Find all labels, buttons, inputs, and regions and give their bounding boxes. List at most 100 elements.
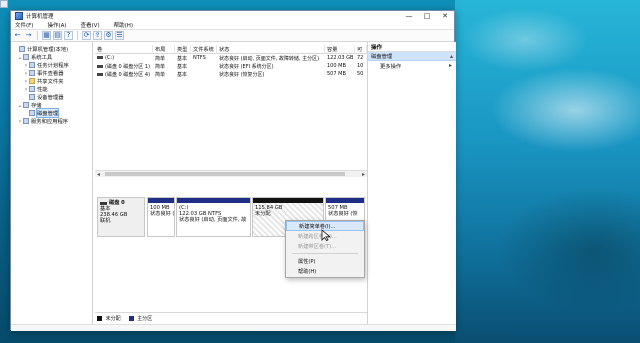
horizontal-scroll-thumb[interactable] xyxy=(105,172,345,176)
partition-line-3: 状态良好 (启动, 页面文件, 故 xyxy=(179,217,247,223)
calendar-icon xyxy=(29,62,35,68)
desktop-background xyxy=(455,0,640,343)
settings-icon[interactable]: ⚙ xyxy=(104,31,113,40)
table-row[interactable]: (磁盘 0 磁盘分区 1) 简单 基本 状态良好 (EFI 系统分区) 100 … xyxy=(95,62,367,70)
cell-free-space: 10 xyxy=(357,63,364,69)
disk-0-label[interactable]: 磁盘 0 基本 238.46 GB 联机 xyxy=(97,197,145,237)
computer-icon xyxy=(19,46,25,52)
column-header-volume[interactable]: 卷 xyxy=(95,45,153,54)
back-arrow-icon[interactable]: ← xyxy=(13,31,22,40)
submenu-arrow-icon: ▸ xyxy=(448,62,452,69)
legend-item-unallocated: 未分配 xyxy=(97,315,121,322)
show-hide-tree-icon[interactable]: ▦ xyxy=(42,31,51,40)
partition-text: 100 MB 状态良好 (EFI xyxy=(148,203,174,219)
toolbar-separator xyxy=(77,31,78,40)
toolbar-separator xyxy=(37,31,38,40)
close-button[interactable]: ✕ xyxy=(436,11,454,21)
cell-volume: (C:) xyxy=(95,55,153,61)
partition-line-3: 状态良好 (EFI xyxy=(150,211,174,217)
properties-icon[interactable]: ▤ xyxy=(53,31,62,40)
volume-icon xyxy=(97,64,103,68)
maximize-button[interactable]: □ xyxy=(418,11,436,21)
menu-item-properties[interactable]: 属性(P) xyxy=(286,256,364,266)
action-more-actions[interactable]: 更多操作 ▸ xyxy=(368,61,456,70)
forward-arrow-icon[interactable]: → xyxy=(24,31,33,40)
table-row[interactable]: (C:) 简单 基本 NTFS 状态良好 (启动, 页面文件, 故障转储, 主分… xyxy=(95,54,367,62)
column-header-status[interactable]: 状态 xyxy=(217,45,325,54)
tree-item-event-viewer[interactable]: › 事件查看器 xyxy=(11,69,92,78)
actions-group-label: 磁盘管理 xyxy=(371,54,393,60)
disk-map-legend: 未分配 主分区 xyxy=(95,312,367,324)
disk-icon xyxy=(29,110,35,116)
cell-capacity: 122.03 GB xyxy=(327,55,354,61)
tree-item-services-and-applications[interactable]: › 服务和应用程序 xyxy=(11,117,92,126)
help-icon[interactable]: ? xyxy=(64,31,73,40)
cell-type: 基本 xyxy=(177,55,188,62)
column-header-capacity[interactable]: 容量 xyxy=(325,45,355,54)
menu-file[interactable]: 文件(F) xyxy=(13,21,35,29)
volume-list-header: 卷 布局 类型 文件系统 状态 容量 可 xyxy=(95,45,367,54)
volume-list-body: (C:) 简单 基本 NTFS 状态良好 (启动, 页面文件, 故障转储, 主分… xyxy=(95,54,367,78)
tree-item-device-manager[interactable]: 设备管理器 xyxy=(11,93,92,101)
window-controls: — □ ✕ xyxy=(400,11,454,21)
tree-item-label: 服务和应用程序 xyxy=(31,119,69,125)
tree-item-storage[interactable]: ⌄ 存储 xyxy=(11,101,92,110)
tree-item-disk-management[interactable]: 磁盘管理 xyxy=(11,108,92,118)
cell-free-space: 72 xyxy=(357,55,364,61)
mouse-cursor-icon xyxy=(321,229,331,241)
menu-item-new-striped-volume: 新建带区卷(T)... xyxy=(298,243,337,250)
tree-item-shared-folders[interactable]: › 共享文件夹 xyxy=(11,77,92,86)
menubar: 文件(F) 操作(A) 查看(V) 帮助(H) xyxy=(11,21,454,30)
event-viewer-icon xyxy=(29,70,35,76)
menu-help[interactable]: 帮助(H) xyxy=(112,21,135,29)
cell-capacity: 100 MB xyxy=(327,63,346,69)
export-list-icon[interactable]: ⇪ xyxy=(93,31,102,40)
help-book-icon[interactable]: ☰ xyxy=(115,31,124,40)
action-label: 更多操作 xyxy=(380,63,402,70)
actions-group-disk-management[interactable]: 磁盘管理 ▴ xyxy=(368,52,456,61)
tree-item-computer-management-local[interactable]: 计算机管理(本地) xyxy=(11,45,92,53)
volume-list: 卷 布局 类型 文件系统 状态 容量 可 (C:) 简单 基本 NTFS 状态良… xyxy=(95,45,367,178)
column-header-free-space[interactable]: 可 xyxy=(355,45,367,54)
menu-action[interactable]: 操作(A) xyxy=(45,21,68,29)
column-header-type[interactable]: 类型 xyxy=(175,45,191,54)
legend-swatch xyxy=(97,316,102,321)
partition-text: 115.84 GB 未分配 xyxy=(253,203,323,219)
partition-efi[interactable]: 100 MB 状态良好 (EFI xyxy=(147,197,175,237)
disk-name: 磁盘 0 xyxy=(109,200,125,206)
titlebar[interactable]: 计算机管理 — □ ✕ xyxy=(11,11,454,21)
column-header-layout[interactable]: 布局 xyxy=(153,45,175,54)
storage-icon xyxy=(23,102,29,108)
partition-text: 507 MB 状态良好 (恢 xyxy=(326,203,364,219)
table-row[interactable]: (磁盘 0 磁盘分区 4) 简单 基本 状态良好 (恢复分区) 507 MB 5… xyxy=(95,70,367,78)
volume-name: (磁盘 0 磁盘分区 1) xyxy=(105,63,151,70)
tree-item-performance[interactable]: › 性能 xyxy=(11,85,92,94)
tree-item-label: 存储 xyxy=(31,103,42,109)
performance-icon xyxy=(29,86,35,92)
cell-layout: 简单 xyxy=(155,55,166,62)
refresh-icon[interactable]: ⟳ xyxy=(82,31,91,40)
tree-item-task-scheduler[interactable]: › 任务计划程序 xyxy=(11,61,92,70)
legend-item-primary: 主分区 xyxy=(128,315,152,322)
tree-item-system-tools[interactable]: ⌄ 系统工具 xyxy=(11,53,92,62)
minimize-button[interactable]: — xyxy=(400,11,418,21)
menu-separator xyxy=(292,253,358,254)
collapse-chevron-icon[interactable]: ▴ xyxy=(450,53,453,60)
cell-free-space: 50 xyxy=(357,71,364,77)
volume-list-horizontal-scrollbar[interactable]: ◂ ▸ xyxy=(95,170,367,178)
partition-c[interactable]: (C:) 122.03 GB NTFS 状态良好 (启动, 页面文件, 故 xyxy=(176,197,251,237)
disk-status: 联机 xyxy=(100,218,111,224)
menu-view[interactable]: 查看(V) xyxy=(79,21,102,29)
cell-status: 状态良好 (启动, 页面文件, 故障转储, 主分区) xyxy=(219,55,320,62)
navigation-tree: 计算机管理(本地) ⌄ 系统工具 › 任务计划程序 › 事件查看器 › 共享文件… xyxy=(11,42,93,324)
cell-type: 基本 xyxy=(177,71,188,78)
cell-type: 基本 xyxy=(177,63,188,70)
column-header-filesystem[interactable]: 文件系统 xyxy=(191,45,217,54)
menu-item-help[interactable]: 帮助(H) xyxy=(286,266,364,276)
computer-management-window: 计算机管理 — □ ✕ 文件(F) 操作(A) 查看(V) 帮助(H) ← → … xyxy=(10,10,456,331)
cell-volume: (磁盘 0 磁盘分区 4) xyxy=(95,71,153,78)
desktop-shortcut-icon[interactable] xyxy=(0,0,8,8)
tree-item-label: 共享文件夹 xyxy=(37,79,64,85)
legend-label: 未分配 xyxy=(105,316,121,322)
disk-management-center: 卷 布局 类型 文件系统 状态 容量 可 (C:) 简单 基本 NTFS 状态良… xyxy=(95,42,367,324)
